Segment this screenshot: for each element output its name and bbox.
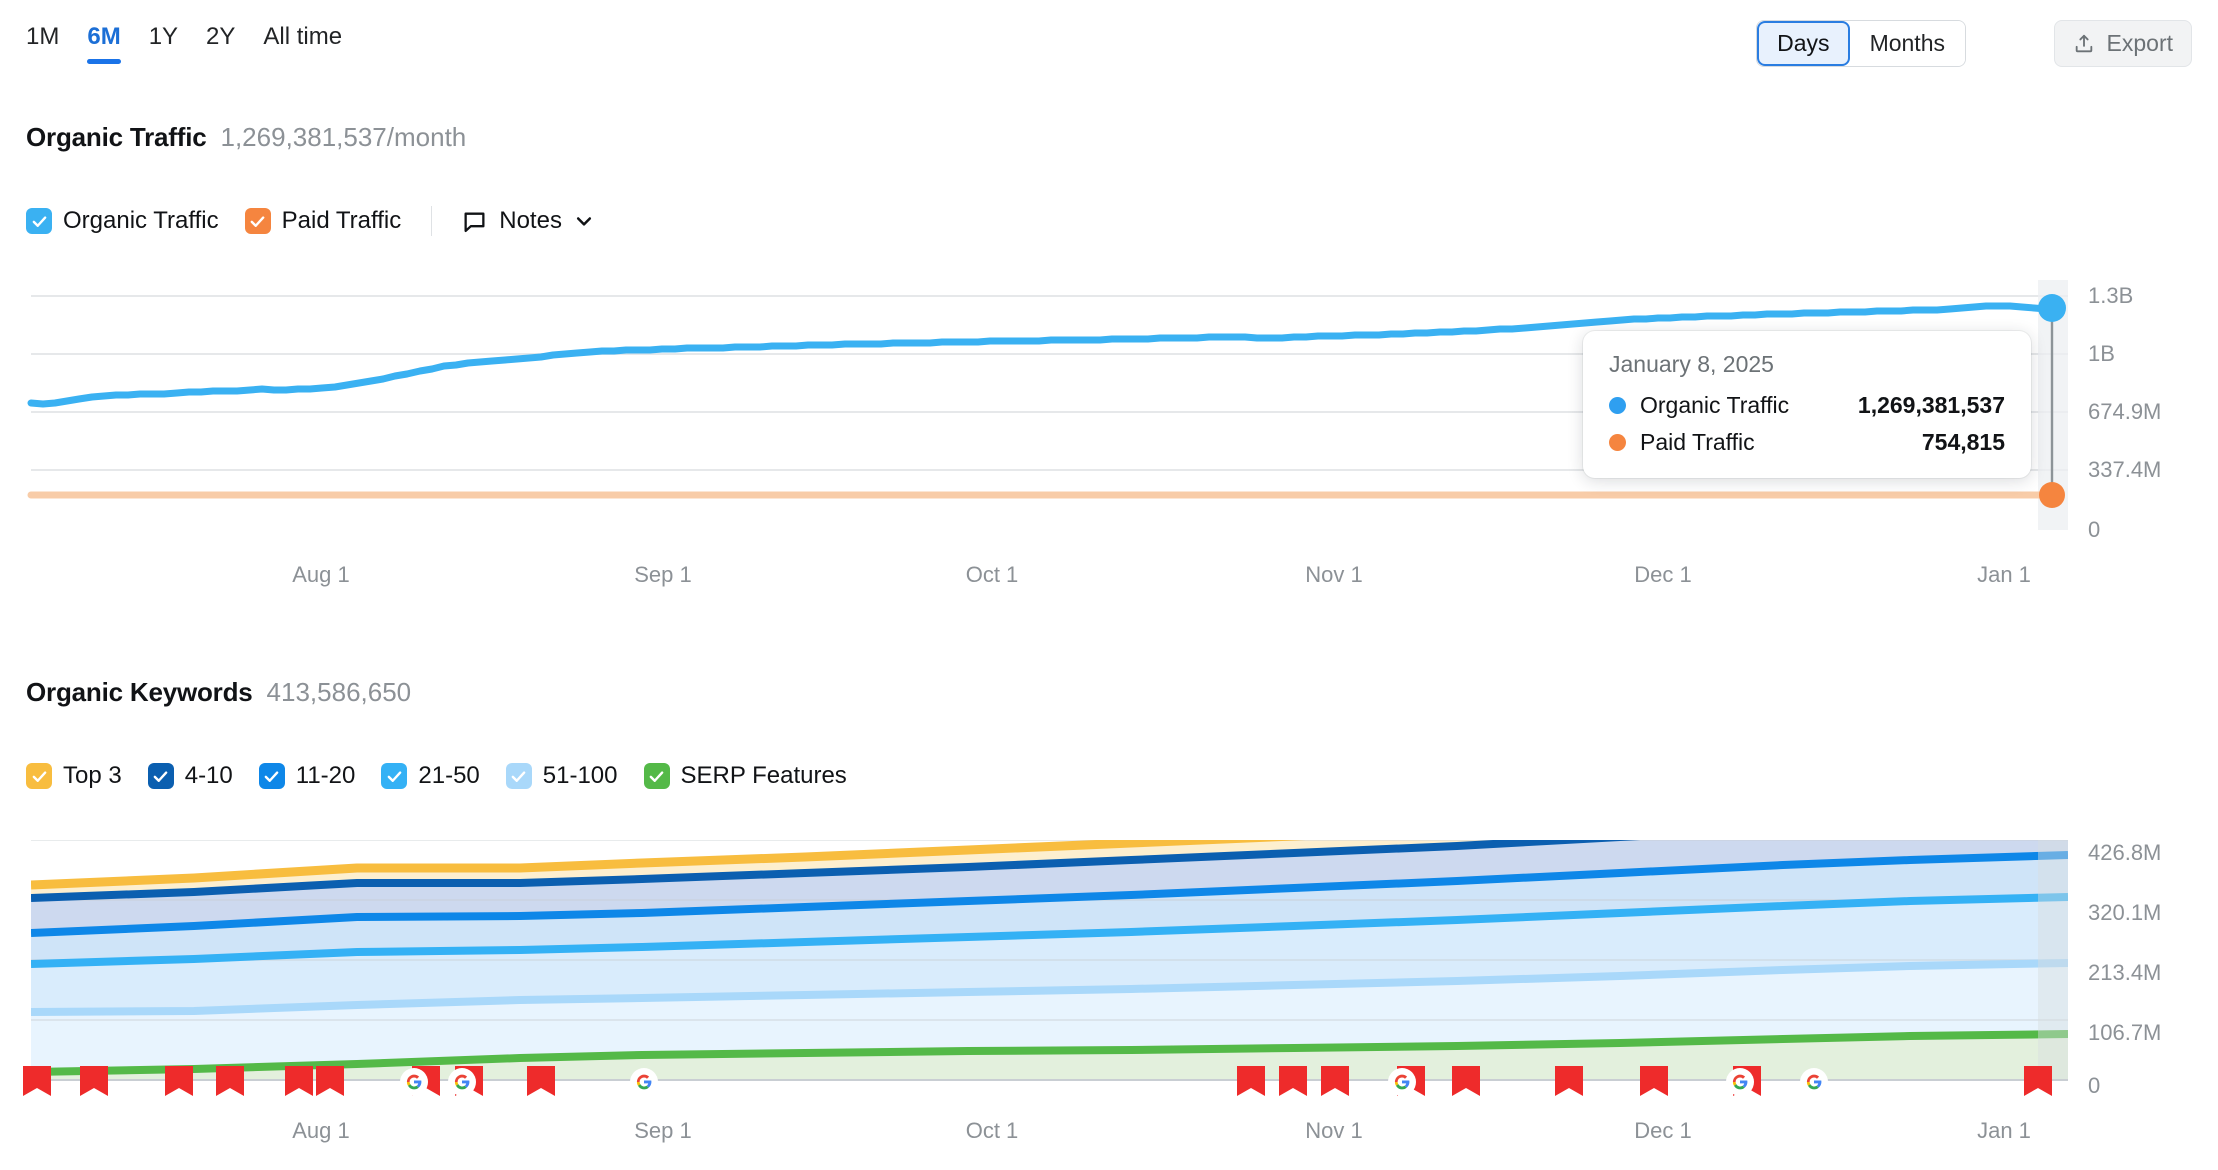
traffic-y-tick-3: 337.4M — [2088, 457, 2162, 482]
traffic-legend: Organic Traffic Paid Traffic Notes — [26, 206, 594, 236]
legend-label-4-10: 4-10 — [184, 762, 233, 789]
checkbox-organic-traffic[interactable] — [26, 208, 52, 234]
organic-keywords-value: 413,586,650 — [266, 677, 412, 707]
legend-item-51-100[interactable]: 51-100 — [505, 762, 618, 790]
tooltip-value-paid: 754,815 — [1921, 429, 2005, 455]
legend-item-serp-features[interactable]: SERP Features — [643, 762, 847, 790]
legend-label-11-20: 11-20 — [295, 762, 356, 789]
organic-traffic-title: Organic Traffic — [26, 122, 207, 152]
traffic-y-tick-2: 674.9M — [2088, 399, 2162, 424]
organic-traffic-endpoint-dot — [2038, 294, 2066, 322]
checkbox-11-20[interactable] — [258, 763, 285, 789]
checkbox-top-3[interactable] — [26, 763, 52, 789]
tooltip-dot-paid — [1609, 434, 1626, 451]
range-tab-1m[interactable]: 1M — [26, 22, 59, 64]
organic-keywords-heading: Organic Keywords 413,586,650 — [26, 677, 411, 708]
keywords-y-tick-4: 0 — [2088, 1073, 2101, 1098]
traffic-y-tick-4: 0 — [2088, 517, 2101, 542]
hover-highlight-band — [2038, 840, 2068, 1080]
range-tab-6m[interactable]: 6M — [87, 22, 122, 64]
legend-label-paid-traffic: Paid Traffic — [281, 207, 402, 234]
organic-traffic-heading: Organic Traffic 1,269,381,537/month — [26, 122, 466, 153]
traffic-x-tick-5: Jan 1 — [1977, 562, 2031, 587]
event-markers-row — [0, 1066, 2100, 1108]
legend-item-paid-traffic[interactable]: Paid Traffic — [244, 207, 402, 235]
paid-traffic-endpoint-dot — [2039, 482, 2065, 508]
checkbox-51-100[interactable] — [505, 763, 532, 789]
tooltip-date: January 8, 2025 — [1609, 351, 1774, 377]
traffic-x-tick-1: Sep 1 — [634, 562, 692, 587]
analytics-overview-page: 1M 6M 1Y 2Y All time Days Months Export … — [0, 0, 2218, 1170]
granularity-toggle: Days Months — [1756, 20, 1966, 67]
legend-item-11-20[interactable]: 11-20 — [258, 762, 356, 790]
checkbox-serp-features[interactable] — [643, 763, 670, 789]
tooltip-dot-organic — [1609, 397, 1626, 414]
granularity-months-button[interactable]: Months — [1849, 21, 1965, 66]
checkbox-21-50[interactable] — [381, 763, 408, 789]
range-tab-1y[interactable]: 1Y — [149, 22, 178, 64]
traffic-x-tick-3: Nov 1 — [1305, 562, 1363, 587]
export-button[interactable]: Export — [2053, 20, 2192, 67]
organic-traffic-value: 1,269,381,537/month — [220, 122, 467, 152]
note-bubble-icon — [462, 209, 487, 234]
tooltip-name-organic: Organic Traffic — [1640, 392, 1790, 418]
google-update-markers — [400, 1068, 1828, 1096]
checkbox-4-10[interactable] — [147, 763, 174, 789]
range-tab-all-time[interactable]: All time — [263, 22, 342, 64]
traffic-x-tick-2: Oct 1 — [965, 562, 1019, 587]
keywords-y-tick-0: 426.8M — [2088, 840, 2162, 865]
checkbox-paid-traffic[interactable] — [244, 208, 271, 234]
legend-label-top-3: Top 3 — [63, 762, 122, 789]
keywords-y-tick-2: 213.4M — [2088, 960, 2162, 985]
keywords-x-tick-4: Dec 1 — [1634, 1118, 1692, 1143]
keywords-legend: Top 3 4-10 11-20 21-50 51-100 SERP Featu… — [26, 762, 847, 790]
chevron-down-icon — [574, 211, 594, 231]
keywords-x-tick-3: Nov 1 — [1305, 1118, 1363, 1143]
upload-icon — [2073, 33, 2095, 55]
notes-dropdown[interactable]: Notes — [462, 207, 594, 235]
keywords-x-tick-5: Jan 1 — [1977, 1118, 2031, 1143]
organic-keywords-title: Organic Keywords — [26, 677, 253, 707]
tooltip-value-organic: 1,269,381,537 — [1857, 392, 2005, 418]
legend-label-21-50: 21-50 — [418, 762, 480, 789]
chart-tooltip: January 8, 2025 Organic Traffic 1,269,38… — [1583, 331, 2031, 478]
legend-item-top-3[interactable]: Top 3 — [26, 762, 122, 790]
tooltip-row-organic: Organic Traffic 1,269,381,537 — [1609, 392, 2005, 419]
legend-label-51-100: 51-100 — [542, 762, 618, 789]
keywords-y-tick-1: 320.1M — [2088, 900, 2162, 925]
legend-divider — [431, 206, 433, 236]
tooltip-row-paid: Paid Traffic 754,815 — [1609, 429, 2005, 456]
keywords-x-tick-0: Aug 1 — [292, 1118, 350, 1143]
keywords-y-tick-3: 106.7M — [2088, 1020, 2162, 1045]
traffic-y-tick-0: 1.3B — [2088, 283, 2134, 308]
legend-item-organic-traffic[interactable]: Organic Traffic — [26, 207, 219, 235]
date-range-tabs: 1M 6M 1Y 2Y All time — [26, 22, 342, 64]
export-label: Export — [2106, 30, 2173, 56]
granularity-days-button[interactable]: Days — [1757, 21, 1850, 66]
traffic-x-tick-0: Aug 1 — [292, 562, 350, 587]
legend-item-21-50[interactable]: 21-50 — [381, 762, 480, 790]
range-tab-2y[interactable]: 2Y — [206, 22, 235, 64]
notes-label: Notes — [499, 207, 562, 234]
legend-label-serp-features: SERP Features — [680, 762, 847, 789]
legend-item-4-10[interactable]: 4-10 — [147, 762, 233, 790]
traffic-x-tick-4: Dec 1 — [1634, 562, 1692, 587]
top-toolbar: 1M 6M 1Y 2Y All time Days Months Export — [0, 0, 2218, 72]
tooltip-name-paid: Paid Traffic — [1640, 429, 1755, 455]
keywords-x-tick-1: Sep 1 — [634, 1118, 692, 1143]
legend-label-organic-traffic: Organic Traffic — [63, 207, 219, 234]
keywords-x-tick-2: Oct 1 — [965, 1118, 1019, 1143]
traffic-y-tick-1: 1B — [2088, 341, 2115, 366]
